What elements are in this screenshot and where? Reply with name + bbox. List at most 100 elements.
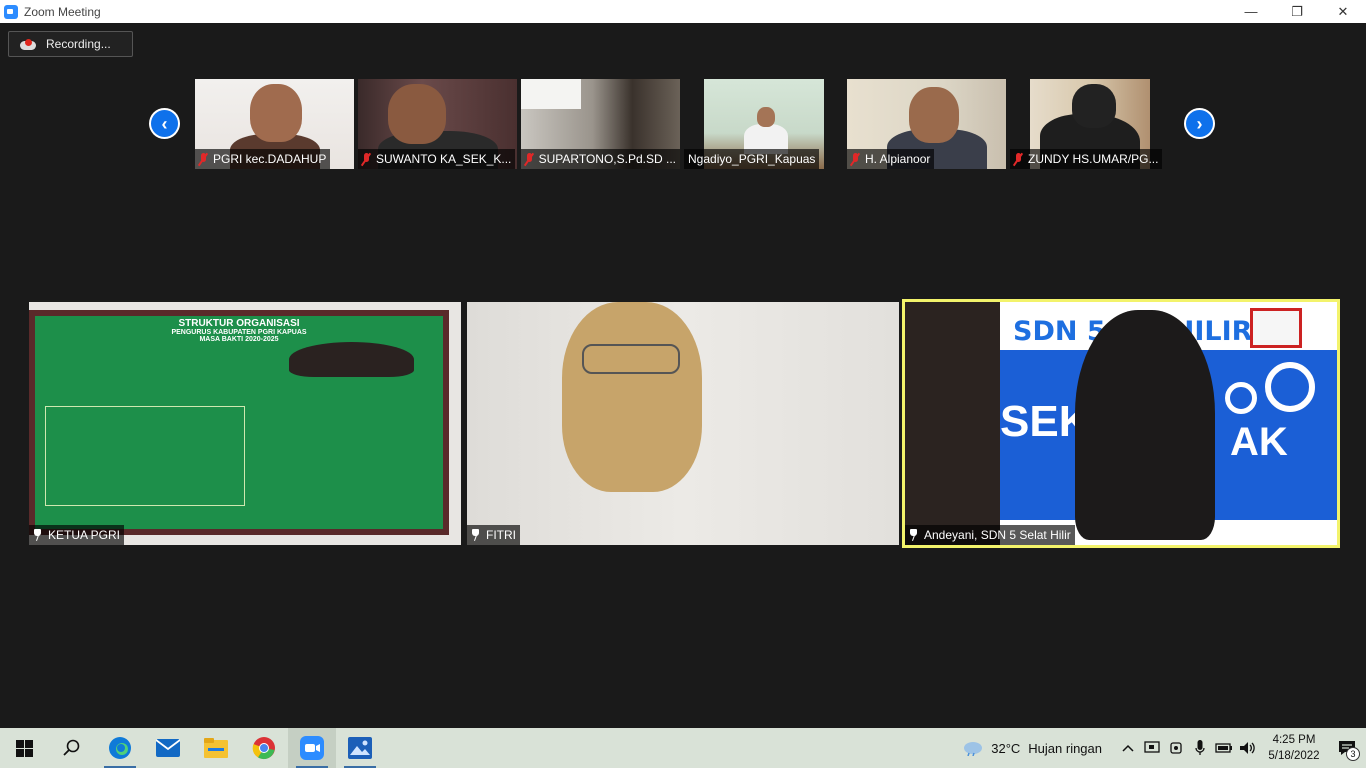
muted-microphone-icon bbox=[198, 152, 208, 166]
participant-thumbnail[interactable]: H. Alpianoor bbox=[847, 79, 1006, 169]
zoom-logo-icon bbox=[4, 4, 18, 19]
backdrop-figure-hair bbox=[905, 302, 1000, 545]
edge-icon bbox=[109, 737, 131, 759]
taskbar-mail-button[interactable] bbox=[144, 728, 192, 768]
participant-video-tile[interactable]: FITRI bbox=[467, 302, 899, 545]
zoom-icon bbox=[300, 736, 324, 760]
participant-name-tag: KETUA PGRI bbox=[29, 525, 125, 545]
participant-thumbnail[interactable]: SUPARTONO,S.Pd.SD ... bbox=[521, 79, 680, 169]
org-chart-banner: STRUKTUR ORGANISASI PENGURUS KABUPATEN P… bbox=[29, 310, 449, 535]
taskbar-clock[interactable]: 4:25 PM 5/18/2022 bbox=[1260, 728, 1328, 768]
school-logo-icon bbox=[1250, 308, 1302, 348]
volume-speaker-icon[interactable] bbox=[1236, 728, 1260, 768]
previous-page-button[interactable]: ‹ bbox=[149, 108, 180, 139]
mail-icon bbox=[156, 739, 180, 757]
close-button[interactable]: ✕ bbox=[1320, 0, 1366, 23]
chevron-left-icon: ‹ bbox=[151, 110, 178, 137]
participant-face bbox=[909, 87, 959, 143]
pin-icon bbox=[470, 529, 480, 541]
taskbar-search-button[interactable] bbox=[48, 728, 96, 768]
minimize-button[interactable]: — bbox=[1228, 0, 1274, 23]
glasses bbox=[582, 344, 680, 374]
taskbar-photos-button[interactable] bbox=[336, 728, 384, 768]
taskbar-zoom-button[interactable] bbox=[288, 728, 336, 768]
participant-name: KETUA PGRI bbox=[48, 528, 121, 542]
weather-temperature[interactable]: 32°C bbox=[991, 741, 1020, 756]
gear-icon bbox=[1225, 382, 1257, 414]
system-tray: 32°C Hujan ringan 4:25 PM 5/18/2022 3 bbox=[959, 728, 1366, 768]
participant-name-tag: FITRI bbox=[467, 525, 520, 545]
participant-name: FITRI bbox=[486, 528, 516, 542]
microphone-icon[interactable] bbox=[1188, 728, 1212, 768]
meet-now-icon[interactable] bbox=[1140, 728, 1164, 768]
folder-icon bbox=[204, 738, 228, 758]
window-light bbox=[521, 79, 581, 109]
backdrop-text-right: AK bbox=[1230, 420, 1288, 464]
taskbar-file-explorer-button[interactable] bbox=[192, 728, 240, 768]
participant-hair bbox=[289, 342, 414, 377]
chevron-right-icon: › bbox=[1186, 110, 1213, 137]
participant-name: Andeyani, SDN 5 Selat Hilir bbox=[924, 528, 1071, 542]
participant-name-tag: Andeyani, SDN 5 Selat Hilir bbox=[905, 525, 1075, 545]
clock-date: 5/18/2022 bbox=[1268, 750, 1320, 762]
participant-face bbox=[388, 84, 446, 144]
participant-hijab bbox=[1072, 84, 1116, 128]
notification-center-button[interactable]: 3 bbox=[1328, 728, 1366, 768]
recording-cloud-icon bbox=[20, 38, 36, 50]
participant-face bbox=[757, 107, 775, 127]
recording-indicator[interactable]: Recording... bbox=[8, 31, 133, 57]
participant-thumbnail[interactable]: ZUNDY HS.UMAR/PG... bbox=[1010, 79, 1169, 169]
clock-time: 4:25 PM bbox=[1272, 734, 1316, 746]
windows-taskbar: 32°C Hujan ringan 4:25 PM 5/18/2022 3 bbox=[0, 728, 1366, 768]
window-controls: — ❐ ✕ bbox=[1228, 0, 1366, 23]
window-title: Zoom Meeting bbox=[24, 4, 101, 19]
participant-name-tag: SUPARTONO,S.Pd.SD ... bbox=[521, 149, 680, 169]
muted-microphone-icon bbox=[524, 152, 534, 166]
participant-hijab bbox=[562, 302, 702, 492]
participant-video-tile-active-speaker[interactable]: SDN 5 SE HILIR SEK AK Andeyani, SDN 5 Se… bbox=[902, 299, 1340, 548]
banner-period: MASA BAKTI 2020-2025 bbox=[199, 336, 279, 343]
participant-name: Ngadiyo_PGRI_Kapuas bbox=[688, 152, 816, 166]
battery-power-icon[interactable] bbox=[1212, 728, 1236, 768]
participant-name-tag: SUWANTO KA_SEK_K... bbox=[358, 149, 516, 169]
pin-icon bbox=[32, 529, 42, 541]
participant-name-tag: Ngadiyo_PGRI_Kapuas bbox=[684, 149, 820, 169]
participant-name: SUPARTONO,S.Pd.SD ... bbox=[538, 152, 676, 166]
participant-face bbox=[250, 84, 302, 142]
org-chart-boxes bbox=[45, 406, 245, 506]
gear-icon bbox=[1265, 362, 1315, 412]
muted-microphone-icon bbox=[1013, 152, 1023, 166]
muted-microphone-icon bbox=[850, 152, 860, 166]
banner-title: STRUKTUR ORGANISASI bbox=[178, 318, 300, 329]
camera-privacy-icon[interactable] bbox=[1164, 728, 1188, 768]
windows-start-button[interactable] bbox=[0, 728, 48, 768]
participant-name-tag: ZUNDY HS.UMAR/PG... bbox=[1010, 149, 1163, 169]
participant-video-tile[interactable]: STRUKTUR ORGANISASI PENGURUS KABUPATEN P… bbox=[29, 302, 461, 545]
participant-name-tag: H. Alpianoor bbox=[847, 149, 935, 169]
notification-count-badge: 3 bbox=[1346, 747, 1360, 761]
participant-thumbnail[interactable]: PGRI kec.DADAHUP bbox=[195, 79, 354, 169]
show-hidden-icons-chevron-up-icon[interactable] bbox=[1116, 728, 1140, 768]
participant-hair bbox=[1075, 310, 1215, 540]
next-page-button[interactable]: › bbox=[1184, 108, 1215, 139]
pin-icon bbox=[908, 529, 918, 541]
meeting-stage: Recording... ‹ PGRI kec.DADAHUP SUWANTO … bbox=[0, 23, 1366, 728]
participant-name: SUWANTO KA_SEK_K... bbox=[376, 152, 512, 166]
taskbar-edge-button[interactable] bbox=[96, 728, 144, 768]
participant-name-tag: PGRI kec.DADAHUP bbox=[195, 149, 331, 169]
banner-subtitle: PENGURUS KABUPATEN PGRI KAPUAS bbox=[171, 329, 307, 336]
search-icon bbox=[63, 739, 80, 756]
weather-cloud-icon[interactable] bbox=[959, 728, 987, 768]
restore-button[interactable]: ❐ bbox=[1274, 0, 1320, 23]
photos-icon bbox=[348, 737, 372, 759]
window-titlebar: Zoom Meeting — ❐ ✕ bbox=[0, 0, 1366, 23]
windows-logo-icon bbox=[15, 739, 33, 757]
chrome-icon bbox=[252, 737, 275, 760]
participant-thumbnail[interactable]: SUWANTO KA_SEK_K... bbox=[358, 79, 517, 169]
participant-name: H. Alpianoor bbox=[865, 152, 931, 166]
muted-microphone-icon bbox=[361, 152, 371, 166]
participant-thumbnail[interactable]: Ngadiyo_PGRI_Kapuas bbox=[684, 79, 824, 169]
recording-label: Recording... bbox=[46, 37, 111, 51]
taskbar-chrome-button[interactable] bbox=[240, 728, 288, 768]
weather-condition[interactable]: Hujan ringan bbox=[1028, 741, 1102, 756]
